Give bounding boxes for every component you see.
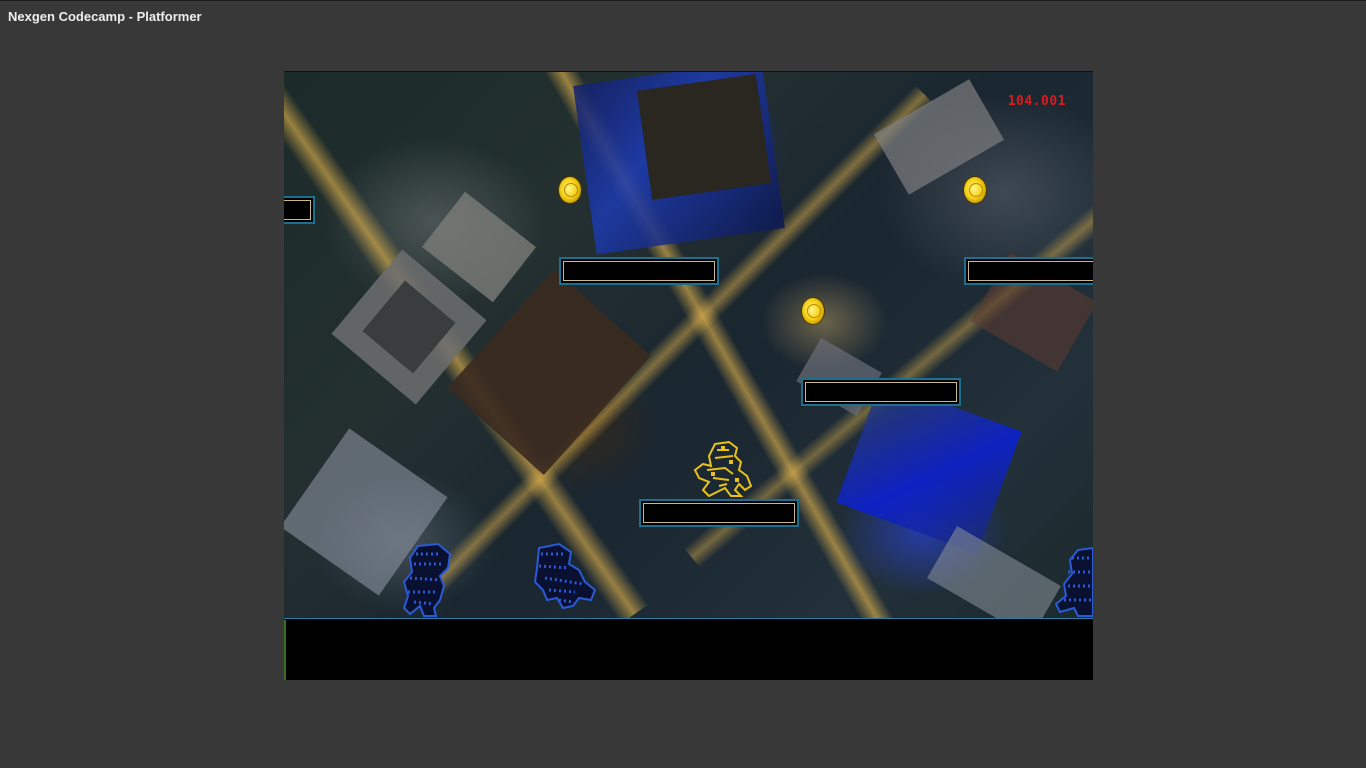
page-title: Nexgen Codecamp - Platformer	[8, 9, 202, 24]
platform	[801, 378, 961, 406]
enemy-ninja-icon	[1054, 546, 1093, 617]
bottom-panel	[284, 619, 1093, 680]
platform	[559, 257, 719, 285]
coin-icon	[559, 177, 581, 203]
window-top-edge	[0, 0, 1366, 1]
game-canvas[interactable]: 104.001	[284, 71, 1093, 680]
coin-icon	[802, 298, 824, 324]
enemy-ninja-icon	[533, 542, 597, 610]
enemy-ninja-icon	[402, 542, 452, 617]
platform	[284, 196, 315, 224]
player-character-icon	[693, 440, 753, 498]
coin-icon	[964, 177, 986, 203]
ground-accent	[284, 620, 286, 680]
city-background: 104.001	[284, 72, 1093, 619]
platform	[964, 257, 1093, 285]
score-display: 104.001	[1007, 94, 1066, 109]
platform	[639, 499, 799, 527]
